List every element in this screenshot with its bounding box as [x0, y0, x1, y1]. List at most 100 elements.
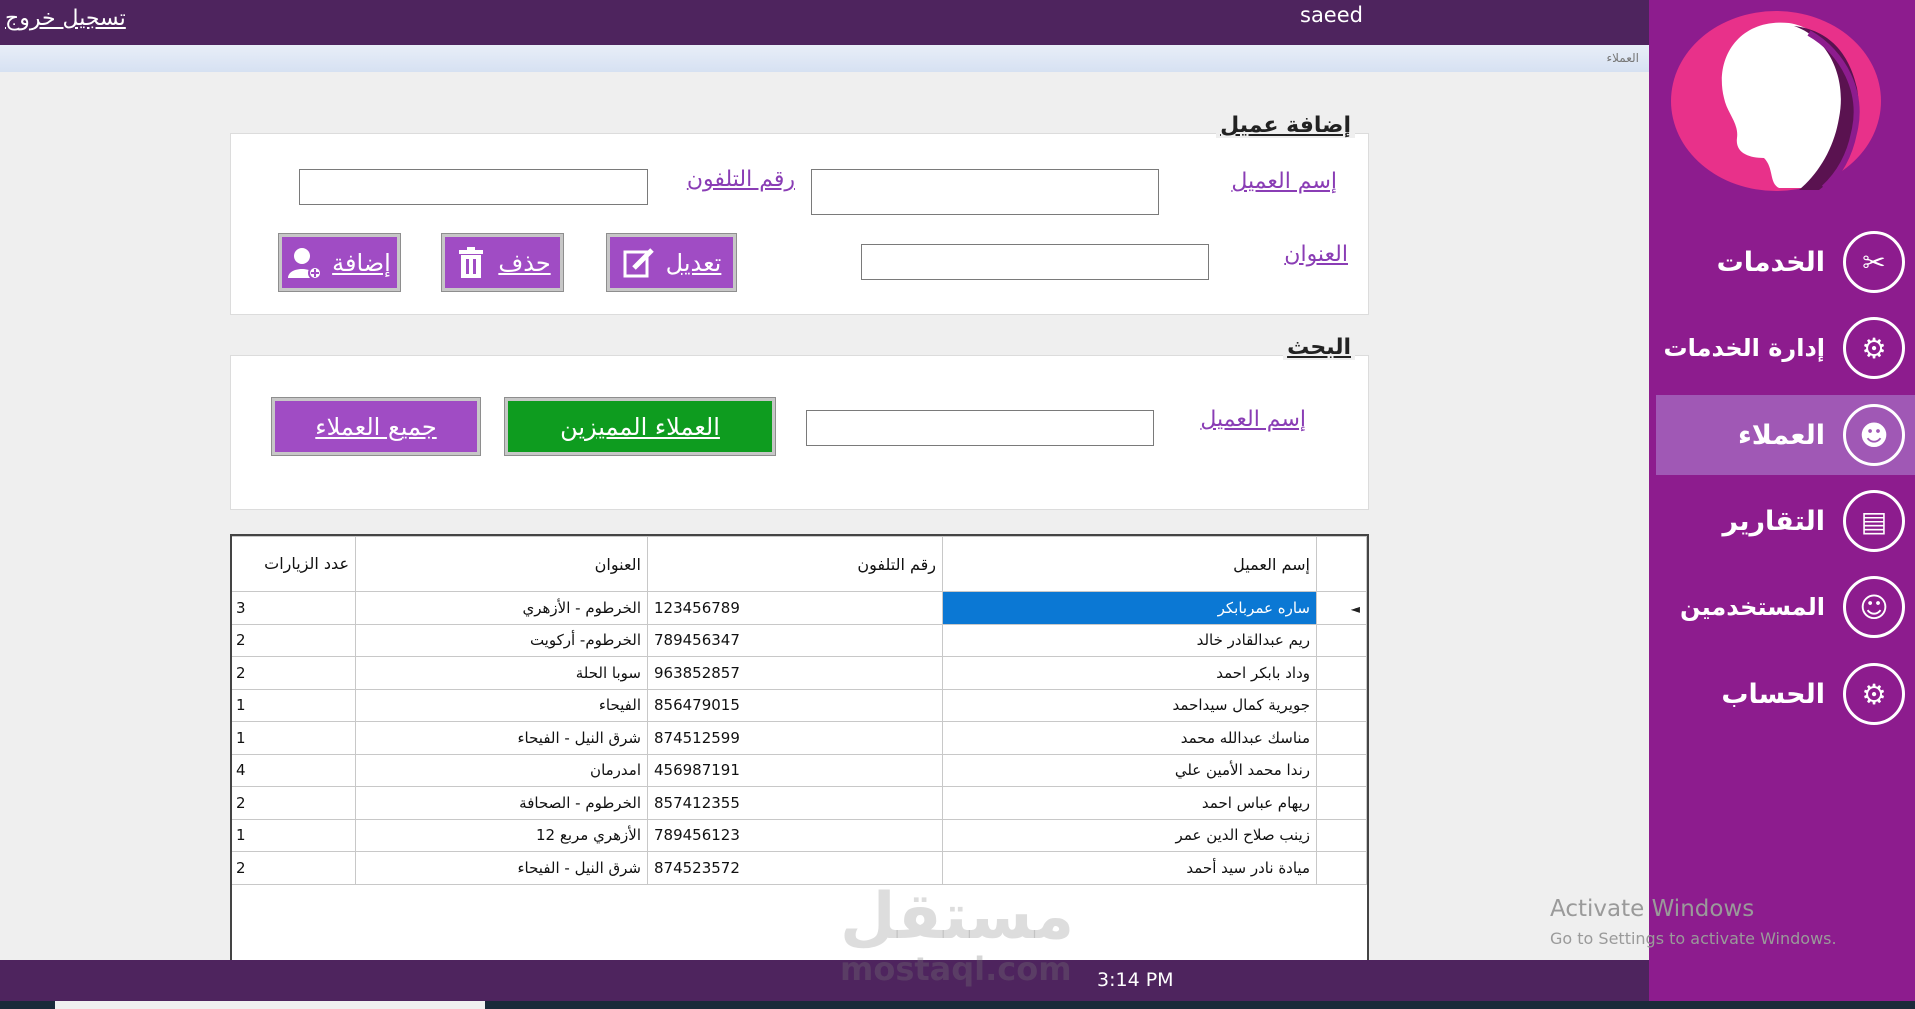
nav-customers[interactable]: العملاء ☻: [1656, 395, 1915, 475]
row-header[interactable]: [1316, 753, 1367, 787]
phone-input[interactable]: [299, 169, 648, 205]
watermark-url: mostaql.com: [840, 950, 1072, 988]
column-header-visits[interactable]: عدد الزيارات: [232, 536, 356, 592]
nav-account-label: الحساب: [1721, 678, 1825, 710]
cell-address[interactable]: الفيحاء: [355, 688, 648, 722]
cell-address[interactable]: الخرطوم - الأزهري: [355, 591, 648, 625]
cell-name[interactable]: مناسك عبدالله محمد: [942, 721, 1317, 755]
row-header[interactable]: [1316, 623, 1367, 657]
cell-visits[interactable]: 2: [232, 786, 356, 820]
nav-reports[interactable]: التقارير ▤: [1656, 481, 1915, 561]
cell-visits[interactable]: 1: [232, 818, 356, 852]
cell-name[interactable]: ريم عبدالقادر خالد: [942, 623, 1317, 657]
cell-visits[interactable]: 1: [232, 721, 356, 755]
cell-visits[interactable]: 2: [232, 656, 356, 690]
featured-customers-button[interactable]: العملاء المميزين: [504, 397, 776, 456]
customers-group-icon: ☻: [1843, 404, 1905, 466]
cell-name[interactable]: ساره عمربابكر: [942, 591, 1317, 625]
cell-visits[interactable]: 3: [232, 591, 356, 625]
activate-windows-title: Activate Windows: [1550, 896, 1755, 922]
nav-users-label: المستخدمين: [1680, 593, 1825, 621]
cell-name[interactable]: وداد بابكر احمد: [942, 656, 1317, 690]
column-header-phone[interactable]: رقم التلفون: [647, 536, 943, 592]
cell-phone[interactable]: 874512599: [647, 721, 943, 755]
cell-address[interactable]: الأزهري مربع 12: [355, 818, 648, 852]
table-row[interactable]: ميادة نادر سيد أحمد 874523572 شرق النيل - …: [232, 851, 1367, 885]
table-row[interactable]: زينب صلاح الدين عمر 789456123 الأزهري مربع…: [232, 818, 1367, 852]
cell-phone[interactable]: 123456789: [647, 591, 943, 625]
cell-address[interactable]: شرق النيل - الفيحاء: [355, 851, 648, 885]
add-user-icon: [288, 246, 323, 280]
table-row[interactable]: رندا محمد الأمين علي 456987191 امدرمان 4: [232, 753, 1367, 787]
nav-account[interactable]: الحساب ⚙: [1656, 654, 1915, 734]
logout-link[interactable]: تسجيل خروج: [5, 6, 126, 31]
phone-label: رقم التلفون: [686, 167, 795, 192]
delete-button[interactable]: حذف: [441, 233, 564, 292]
table-header-row: إسم العميل رقم التلفون العنوان عدد الزيا…: [232, 536, 1367, 592]
edit-pencil-icon: [622, 246, 656, 280]
row-header[interactable]: ◄: [1316, 591, 1367, 625]
table-row[interactable]: مناسك عبدالله محمد 874512599 شرق النيل - ا…: [232, 721, 1367, 755]
cell-name[interactable]: جويرية كمال سيداحمد: [942, 688, 1317, 722]
cell-visits[interactable]: 4: [232, 753, 356, 787]
table-row[interactable]: وداد بابكر احمد 963852857 سوبا الحلة 2: [232, 656, 1367, 690]
cell-phone[interactable]: 857412355: [647, 786, 943, 820]
nav-services[interactable]: الخدمات ✂: [1656, 222, 1915, 302]
cell-phone[interactable]: 856479015: [647, 688, 943, 722]
row-header[interactable]: [1316, 721, 1367, 755]
row-header[interactable]: [1316, 818, 1367, 852]
cell-visits[interactable]: 2: [232, 851, 356, 885]
cell-phone[interactable]: 789456123: [647, 818, 943, 852]
salon-logo: [1671, 11, 1881, 191]
cell-address[interactable]: سوبا الحلة: [355, 656, 648, 690]
cell-name[interactable]: ريهام عباس احمد: [942, 786, 1317, 820]
activate-windows-subtitle: Go to Settings to activate Windows.: [1550, 929, 1837, 948]
cell-phone[interactable]: 789456347: [647, 623, 943, 657]
cell-address[interactable]: امدرمان: [355, 753, 648, 787]
table-row[interactable]: ◄ ساره عمربابكر 123456789 الخرطوم - الأزهري…: [232, 591, 1367, 625]
column-header-address[interactable]: العنوان: [355, 536, 648, 592]
cell-phone[interactable]: 963852857: [647, 656, 943, 690]
row-header[interactable]: [1316, 851, 1367, 885]
sidebar: الخدمات ✂ إدارة الخدمات ⚙ العملاء ☻ التق…: [1649, 0, 1915, 1009]
cell-address[interactable]: الخرطوم- أركويت: [355, 623, 648, 657]
search-name-input[interactable]: [806, 410, 1154, 446]
row-header[interactable]: [1316, 786, 1367, 820]
current-row-arrow-icon: ◄: [1350, 601, 1360, 616]
all-customers-button[interactable]: جميع العملاء: [271, 397, 481, 456]
cell-visits[interactable]: 2: [232, 623, 356, 657]
add-button-label: إضافة: [332, 248, 391, 277]
customer-name-input[interactable]: [811, 169, 1159, 215]
users-icon: ☺: [1843, 576, 1905, 638]
cell-address[interactable]: شرق النيل - الفيحاء: [355, 721, 648, 755]
nav-services-label: الخدمات: [1716, 246, 1825, 278]
breadcrumb: العملاء: [1606, 51, 1639, 65]
cell-visits[interactable]: 1: [232, 688, 356, 722]
table-row[interactable]: ريم عبدالقادر خالد 789456347 الخرطوم- أركو…: [232, 623, 1367, 657]
cell-name[interactable]: رندا محمد الأمين علي: [942, 753, 1317, 787]
nav-reports-label: التقارير: [1722, 505, 1825, 537]
row-header[interactable]: [1316, 656, 1367, 690]
delete-button-label: حذف: [498, 248, 551, 277]
cell-address[interactable]: الخرطوم - الصحافة: [355, 786, 648, 820]
column-header-name[interactable]: إسم العميل: [942, 536, 1317, 592]
edit-button[interactable]: تعديل: [606, 233, 737, 292]
nav-services-management[interactable]: إدارة الخدمات ⚙: [1656, 308, 1915, 388]
add-customer-panel: [230, 133, 1369, 315]
table-row[interactable]: جويرية كمال سيداحمد 856479015 الفيحاء 1: [232, 688, 1367, 722]
row-header[interactable]: [1316, 688, 1367, 722]
account-gear-icon: ⚙: [1843, 663, 1905, 725]
table-row[interactable]: ريهام عباس احمد 857412355 الخرطوم - الصحاف…: [232, 786, 1367, 820]
taskbar-search[interactable]: [55, 1001, 485, 1009]
all-customers-label: جميع العملاء: [315, 412, 437, 441]
watermark-logo: مستقل: [840, 880, 1075, 954]
search-title: البحث: [1283, 335, 1355, 360]
cell-phone[interactable]: 456987191: [647, 753, 943, 787]
edit-button-label: تعديل: [665, 248, 722, 277]
nav-users[interactable]: المستخدمين ☺: [1656, 567, 1915, 647]
add-button[interactable]: إضافة: [278, 233, 401, 292]
address-input[interactable]: [861, 244, 1209, 280]
cell-name[interactable]: زينب صلاح الدين عمر: [942, 818, 1317, 852]
customers-grid[interactable]: إسم العميل رقم التلفون العنوان عدد الزيا…: [230, 534, 1369, 960]
clock-time: 3:14 PM: [1097, 969, 1174, 991]
